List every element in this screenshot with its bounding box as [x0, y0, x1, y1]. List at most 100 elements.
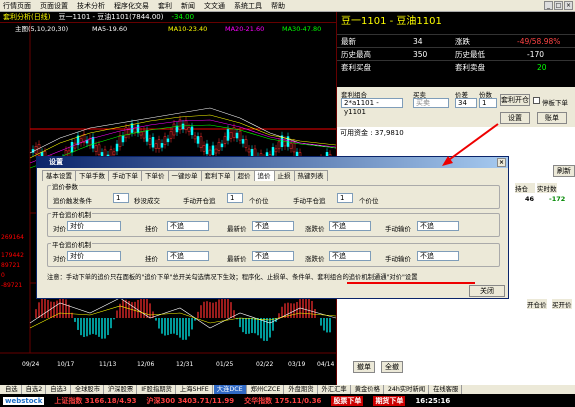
clock: 16:25:16 — [415, 396, 451, 405]
quote-value: 350 — [413, 49, 428, 59]
tab-order-price[interactable]: 下单价 — [141, 170, 169, 181]
menu-item-tech-analysis[interactable]: 技术分析 — [77, 1, 105, 11]
tab-if-futures[interactable]: IF股指期货 — [138, 385, 176, 394]
dialog-close-icon[interactable]: × — [497, 158, 506, 167]
tab-hotkeys[interactable]: 热键列表 — [293, 170, 328, 181]
axis-label: 269164 — [1, 234, 24, 241]
candle — [112, 151, 116, 156]
axis-label: 179442 — [1, 252, 24, 259]
price-input[interactable]: 34 — [455, 98, 477, 108]
stock-order-button[interactable]: 股票下单 — [331, 395, 364, 406]
menu-item-wenwentong[interactable]: 文文通 — [204, 1, 225, 11]
quote-value: -170 — [527, 49, 545, 59]
futures-order-button[interactable]: 期货下单 — [373, 395, 406, 406]
candle — [166, 138, 170, 143]
trigger-input[interactable]: 1 — [113, 193, 129, 203]
manual-close-input[interactable]: 1 — [337, 193, 353, 203]
tab-gold[interactable]: 黄金价格 — [352, 385, 384, 394]
tab-watchlist-1[interactable]: 自选 — [2, 385, 22, 394]
tab-watchlist-2[interactable]: 自选2 — [23, 385, 47, 394]
date-label: 02/22 — [256, 361, 273, 368]
tab-order-qty[interactable]: 下单手数 — [75, 170, 109, 181]
tab-arbitrage-order[interactable]: 套利下单 — [200, 170, 235, 181]
close-icon[interactable]: × — [564, 1, 573, 10]
tab-support[interactable]: 在线客服 — [430, 385, 463, 394]
settings-button[interactable]: 设置 — [500, 112, 530, 124]
account-button[interactable]: 账单 — [537, 112, 567, 124]
tab-dce[interactable]: 大连DCE — [213, 385, 247, 394]
quote-value: 34 — [413, 36, 423, 46]
opp-price-select[interactable]: 对价 — [67, 221, 121, 231]
cancel-all-button[interactable]: 全撤 — [381, 361, 403, 373]
menu-item-news[interactable]: 新闻 — [181, 1, 195, 11]
open-arbitrage-button[interactable]: 套利开仓 — [500, 94, 530, 106]
close-chase-title: 平仓追价机制 — [51, 239, 92, 249]
quote-value: -49/58.98% — [517, 36, 561, 46]
tab-stop-loss[interactable]: 止损 — [273, 170, 295, 181]
candle — [97, 144, 101, 156]
limit-price-select[interactable]: 不追 — [329, 221, 371, 231]
dialog-close-button[interactable]: 关闭 — [469, 285, 505, 297]
tab-basic[interactable]: 基本设置 — [42, 170, 76, 181]
last-price-select[interactable]: 不追 — [252, 221, 294, 231]
ma10-label: MA10-23.40 — [168, 25, 207, 33]
tab-one-click[interactable]: 一键炒单 — [167, 170, 202, 181]
candle — [115, 143, 119, 152]
candle — [94, 145, 98, 152]
tab-global[interactable]: 全球股市 — [72, 385, 104, 394]
candle — [211, 145, 215, 155]
buysell-select[interactable]: 买卖 — [413, 98, 449, 108]
tab-shfe[interactable]: 上海SHFE — [177, 385, 213, 394]
combo-select[interactable]: 2*a1101 - y1101 — [341, 98, 403, 116]
manual-open-input[interactable]: 1 — [227, 193, 243, 203]
opp-price-select[interactable]: 对价 — [67, 251, 121, 261]
quote-title: 豆一1101 - 豆油1101 — [341, 16, 442, 27]
candle — [190, 126, 194, 136]
tab-watchlist-3[interactable]: 自选3 — [47, 385, 71, 394]
manual-price-select[interactable]: 不追 — [417, 221, 459, 231]
menu-item-program-trading[interactable]: 程序化交易 — [114, 1, 149, 11]
maximize-icon[interactable]: □ — [554, 1, 563, 10]
tab-foreign-futures[interactable]: 外盘期货 — [285, 385, 318, 394]
last-price-select[interactable]: 不追 — [252, 251, 294, 261]
cancel-order-button[interactable]: 撤单 — [353, 361, 375, 373]
pending-price-select[interactable]: 不追 — [167, 251, 209, 261]
menu-item-page-settings[interactable]: 页面设置 — [40, 1, 68, 11]
date-label: 12/31 — [176, 361, 193, 368]
index-other: 交华指数 175.11/0.36 — [244, 396, 322, 405]
available-funds: 可用资金 : 37,9810 — [337, 127, 575, 139]
quote-label: 涨跌 — [455, 36, 470, 46]
tab-manual-order[interactable]: 手动下单 — [108, 170, 142, 181]
stop-checkbox[interactable] — [533, 97, 540, 104]
tab-czce[interactable]: 郑州CZCE — [248, 385, 285, 394]
hold-header: 持仓 — [515, 183, 535, 193]
date-label: 11/13 — [99, 361, 116, 368]
ma30-label: MA30-47.80 — [282, 25, 321, 33]
candle — [241, 139, 245, 144]
tab-news[interactable]: 24h实时新闻 — [385, 385, 430, 394]
tab-over-price[interactable]: 超价 — [233, 170, 255, 181]
pending-price-label: 挂价 — [145, 255, 158, 263]
menu-item-quotes[interactable]: 行情页面 — [3, 1, 31, 11]
limit-price-select[interactable]: 不追 — [329, 251, 371, 261]
menu-item-arbitrage[interactable]: 套利 — [158, 1, 172, 11]
tab-chase-price[interactable]: 追价 — [253, 170, 275, 181]
qty-input[interactable]: 1 — [479, 98, 497, 108]
tab-hs-stocks[interactable]: 沪深股票 — [105, 385, 138, 394]
candle — [175, 125, 179, 133]
quote-row: 历史最高 350 历史最低 -170 — [337, 47, 575, 60]
tab-forex[interactable]: 外汇汇率 — [319, 385, 351, 394]
refresh-button[interactable]: 刷新 — [553, 165, 575, 177]
candle — [202, 145, 206, 152]
menu-item-help[interactable]: 帮助 — [271, 1, 285, 11]
minimize-icon[interactable]: _ — [544, 1, 553, 10]
realtime-header: 实时数 — [537, 183, 557, 193]
candle — [70, 142, 74, 153]
last-price-label: 最新价 — [227, 255, 247, 263]
manual-price-select[interactable]: 不追 — [417, 251, 459, 261]
chart-header: 套利分析(日线) 豆一1101 - 豆油1101(7844.00) -34.00 — [0, 12, 336, 23]
date-label: 04/14 — [317, 361, 334, 368]
pending-price-select[interactable]: 不追 — [167, 221, 209, 231]
candle — [184, 120, 188, 130]
menu-item-system-tools[interactable]: 系统工具 — [234, 1, 262, 11]
